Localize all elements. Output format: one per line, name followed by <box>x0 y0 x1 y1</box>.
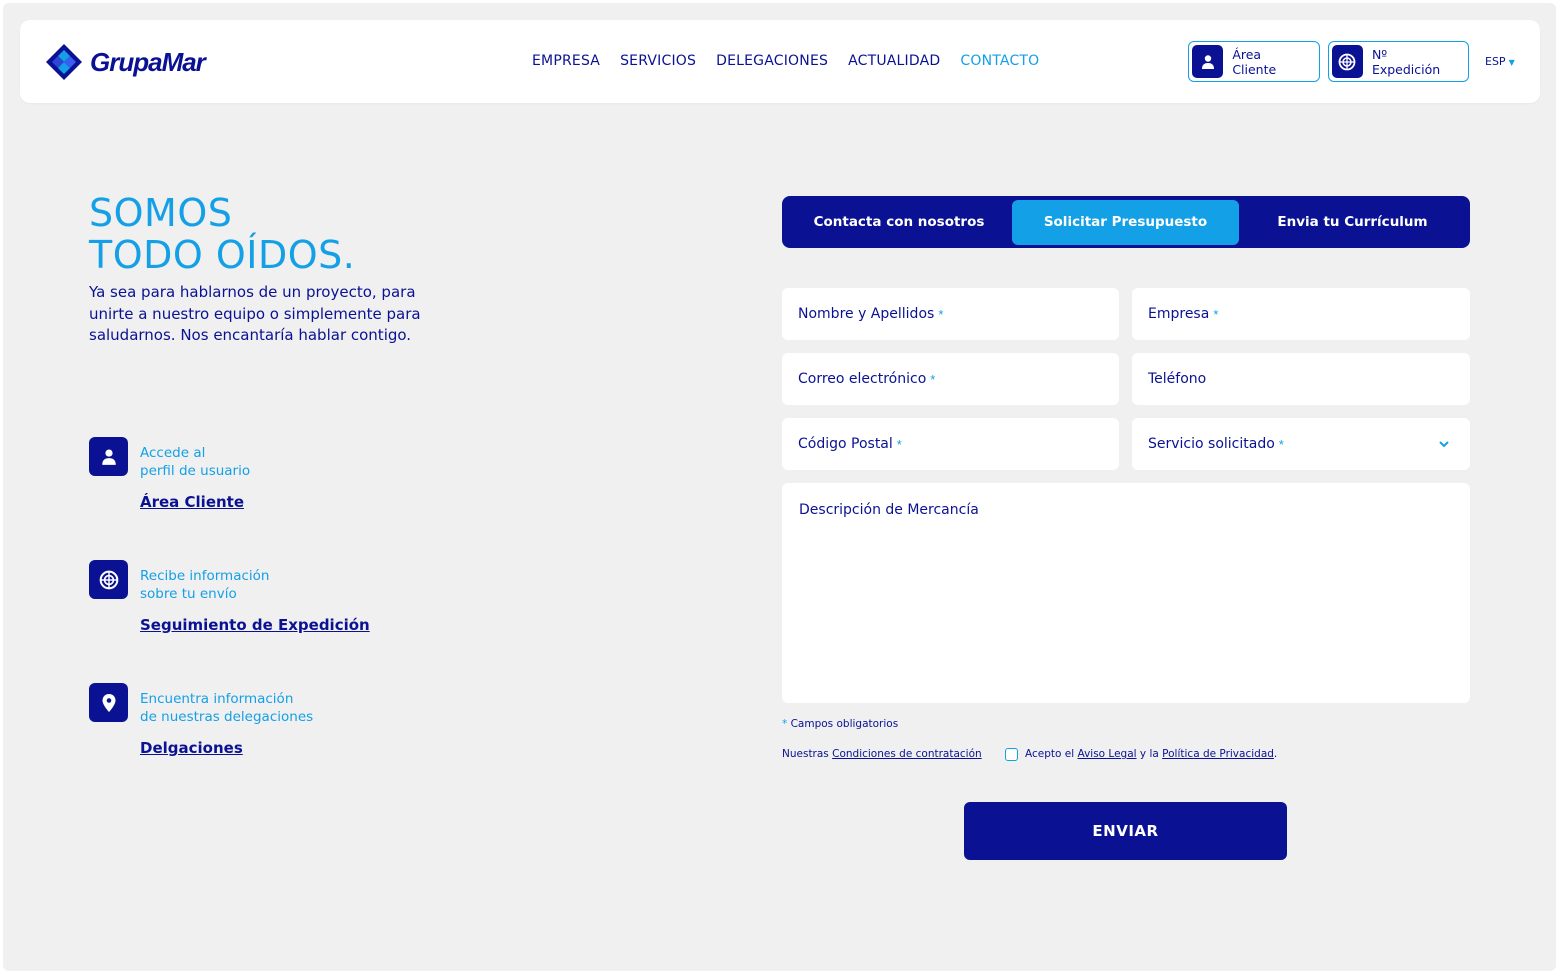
accept-suffix: . <box>1273 748 1278 760</box>
intro-text: Ya sea para hablarnos de un proyecto, pa… <box>89 283 421 344</box>
client-area-link[interactable]: Área Cliente <box>140 493 244 511</box>
conditions-link[interactable]: Condiciones de contratación <box>832 748 982 760</box>
info-line-1: Accede al <box>140 445 206 461</box>
site-header: GrupaMar EMPRESA SERVICIOS DELEGACIONES … <box>20 20 1540 103</box>
required-mark: * <box>1213 306 1219 322</box>
location-pin-icon <box>89 683 128 722</box>
language-current: ESP <box>1485 55 1506 68</box>
accept-checkbox[interactable] <box>1005 748 1018 761</box>
service-select[interactable]: Servicio solicitado * <box>1132 418 1470 470</box>
diamond-logo-icon <box>44 42 84 82</box>
tracking-wheel-icon <box>89 560 128 599</box>
submit-button[interactable]: ENVIAR <box>964 802 1287 860</box>
info-line-2: sobre tu envío <box>140 586 237 602</box>
required-note: * Campos obligatorios <box>782 718 898 730</box>
tracking-wheel-icon <box>1332 45 1363 78</box>
required-mark: * <box>896 436 902 452</box>
nav-item-empresa[interactable]: EMPRESA <box>532 53 600 69</box>
client-area-label: Área Cliente <box>1232 46 1277 77</box>
accept-prefix: Acepto el <box>1025 748 1075 760</box>
info-description: Encuentra información de nuestras delega… <box>140 690 400 726</box>
expedition-label: Nº Expedición <box>1371 46 1441 77</box>
info-line-1: Recibe información <box>140 568 270 584</box>
email-placeholder: Correo electrónico <box>798 371 927 387</box>
legal-notice-link[interactable]: Aviso Legal <box>1078 748 1137 760</box>
nav-item-delegaciones[interactable]: DELEGACIONES <box>716 53 828 69</box>
required-star: * <box>782 718 788 730</box>
title-line-1: SOMOS <box>89 191 233 235</box>
title-line-2: TODO OÍDOS. <box>89 233 356 277</box>
info-line-2: de nuestras delegaciones <box>140 709 314 725</box>
phone-placeholder: Teléfono <box>1148 371 1207 387</box>
user-icon <box>1192 45 1224 78</box>
tab-quote[interactable]: Solicitar Presupuesto <box>1012 199 1239 245</box>
tab-curriculum[interactable]: Envia tu Currículum <box>1239 200 1466 245</box>
postal-placeholder: Código Postal <box>798 436 893 452</box>
service-placeholder: Servicio solicitado <box>1148 436 1275 452</box>
info-line-2: perfil de usuario <box>140 463 251 479</box>
tab-contact[interactable]: Contacta con nosotros <box>786 200 1012 245</box>
delegations-link[interactable]: Delgaciones <box>140 739 243 757</box>
nav-item-actualidad[interactable]: ACTUALIDAD <box>848 53 940 69</box>
accept-and: y la <box>1139 748 1159 760</box>
phone-field[interactable]: Teléfono <box>1132 353 1470 405</box>
required-mark: * <box>1278 436 1284 452</box>
required-mark: * <box>938 306 944 322</box>
privacy-policy-link[interactable]: Política de Privacidad <box>1162 748 1274 760</box>
required-note-text: Campos obligatorios <box>790 718 899 730</box>
nav-item-contacto[interactable]: CONTACTO <box>960 53 1039 69</box>
page-title: SOMOS TODO OÍDOS. <box>89 192 355 276</box>
language-selector[interactable]: ESP ▼ <box>1485 55 1515 68</box>
company-placeholder: Empresa <box>1148 306 1210 322</box>
form-tabs: Contacta con nosotros Solicitar Presupue… <box>782 196 1470 248</box>
name-placeholder: Nombre y Apellidos <box>798 306 935 322</box>
conditions-prefix: Nuestras <box>782 748 829 760</box>
description-placeholder: Descripción de Mercancía <box>799 502 979 518</box>
main-nav: EMPRESA SERVICIOS DELEGACIONES ACTUALIDA… <box>532 53 1059 69</box>
logo[interactable]: GrupaMar <box>44 42 206 82</box>
chevron-down-icon <box>1438 437 1450 455</box>
caret-down-icon: ▼ <box>1508 58 1515 67</box>
email-field[interactable]: Correo electrónico * <box>782 353 1119 405</box>
client-area-button[interactable]: Área Cliente <box>1188 41 1320 82</box>
company-field[interactable]: Empresa * <box>1132 288 1470 340</box>
info-description: Accede al perfil de usuario <box>140 444 400 480</box>
info-line-1: Encuentra información <box>140 691 294 707</box>
name-field[interactable]: Nombre y Apellidos * <box>782 288 1119 340</box>
postal-code-field[interactable]: Código Postal * <box>782 418 1119 470</box>
tracking-link[interactable]: Seguimiento de Expedición <box>140 616 370 634</box>
user-icon <box>89 437 128 476</box>
required-mark: * <box>930 371 936 387</box>
description-textarea[interactable]: Descripción de Mercancía <box>782 483 1470 703</box>
nav-item-servicios[interactable]: SERVICIOS <box>620 53 696 69</box>
brand-name: GrupaMar <box>90 46 206 77</box>
info-description: Recibe información sobre tu envío <box>140 567 400 603</box>
conditions-note: Nuestras Condiciones de contratación <box>782 748 982 760</box>
accept-terms-text: Acepto el Aviso Legal y la Política de P… <box>1025 748 1277 760</box>
expedition-button[interactable]: Nº Expedición <box>1328 41 1469 82</box>
